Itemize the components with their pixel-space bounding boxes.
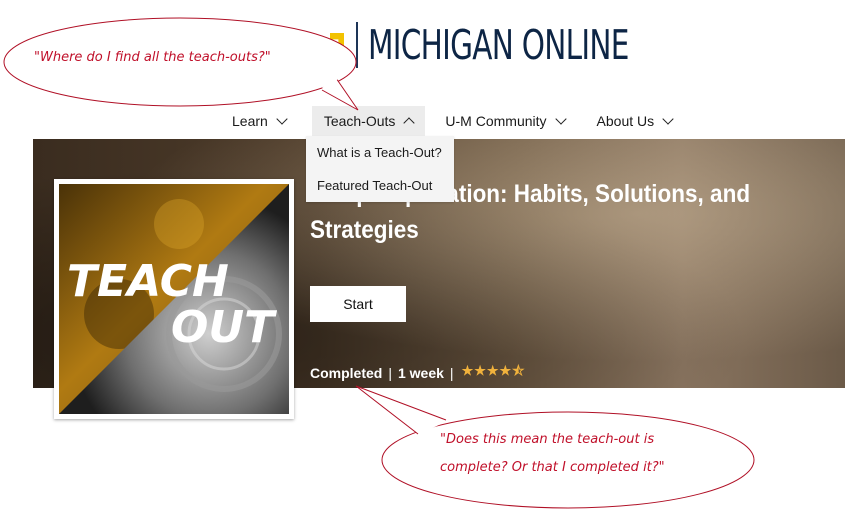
dropdown-item-featured[interactable]: Featured Teach-Out — [306, 169, 454, 202]
annotation-bubble-bottom: "Does this mean the teach-out is complet… — [350, 380, 780, 512]
nav-um-community-label: U-M Community — [445, 113, 547, 129]
teach-out-thumbnail: TEACH OUT — [54, 179, 294, 419]
status-label: Completed — [310, 365, 383, 381]
logo-text: MICHIGAN ONLINE — [368, 21, 629, 69]
nav-about-us[interactable]: About Us — [585, 106, 685, 136]
chevron-down-icon — [554, 113, 567, 125]
annotation-bottom-line1: "Does this mean the teach-out is — [440, 432, 655, 447]
start-button[interactable]: Start — [310, 286, 406, 322]
meta-separator: | — [388, 365, 392, 381]
meta-separator: | — [449, 365, 454, 381]
thumb-text-teach: TEACH — [67, 256, 229, 307]
annotation-bubble-top: "Where do I find all the teach-outs?" — [0, 12, 370, 120]
chevron-down-icon — [662, 113, 674, 125]
michigan-online-logo[interactable]: MICHIGAN ONLINE — [330, 20, 730, 70]
nav-um-community[interactable]: U-M Community — [433, 106, 576, 136]
annotation-bottom-line2: complete? Or that I completed it?" — [440, 460, 665, 475]
thumb-text-out: OUT — [171, 302, 277, 353]
teach-out-artwork: TEACH OUT — [59, 184, 289, 414]
dropdown-item-what-is[interactable]: What is a Teach-Out? — [306, 136, 454, 169]
teach-outs-dropdown: What is a Teach-Out? Featured Teach-Out — [306, 136, 454, 202]
duration-label: 1 week — [397, 365, 444, 381]
annotation-top-text: "Where do I find all the teach-outs?" — [34, 50, 271, 65]
nav-about-us-label: About Us — [596, 113, 655, 129]
chevron-up-icon — [403, 117, 416, 129]
